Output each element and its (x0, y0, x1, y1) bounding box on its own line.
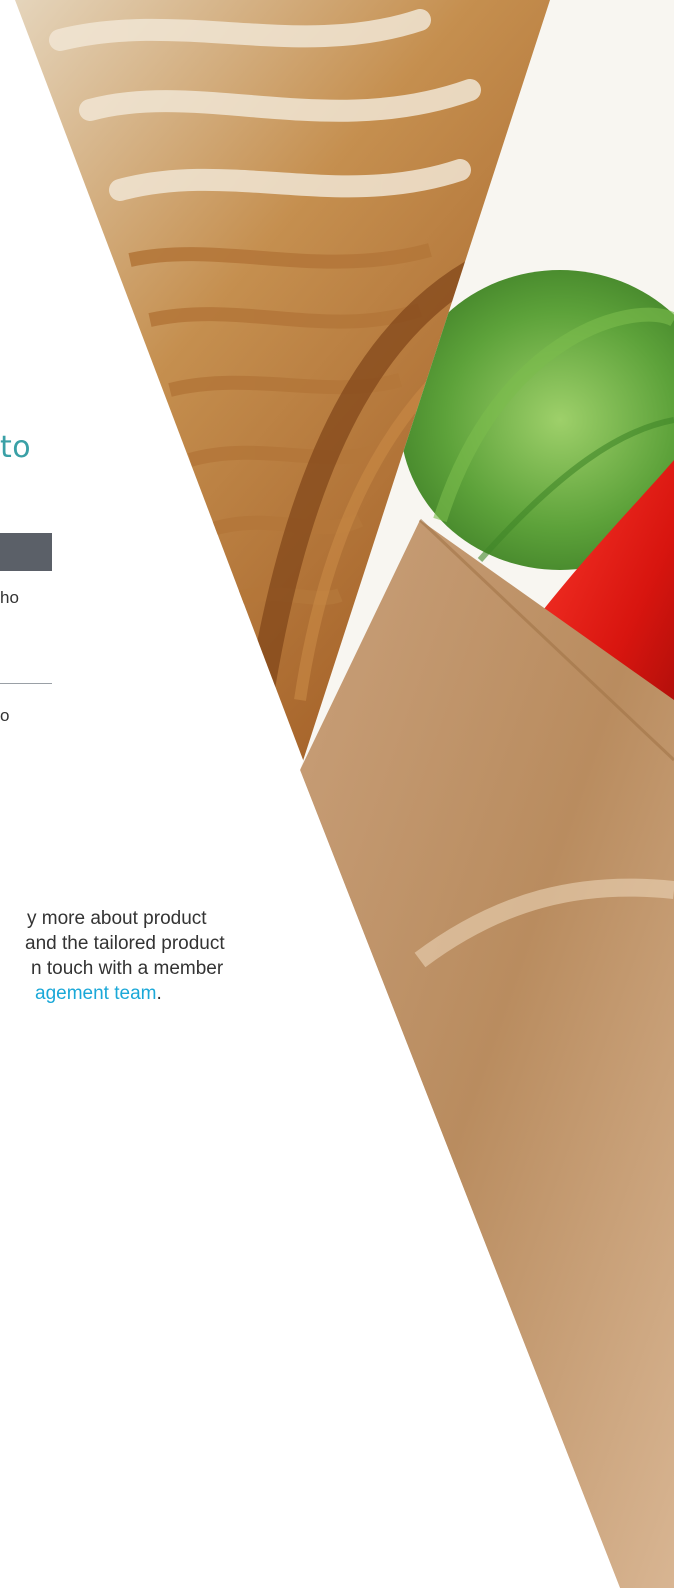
contact-text-fragment: ho (0, 588, 19, 607)
paragraph-line: n touch with a member (31, 958, 224, 979)
management-team-link[interactable]: agement team (35, 983, 156, 1004)
contact-text-fragment-2: o (0, 706, 10, 725)
paragraph-line-with-link: agement team. (0, 981, 240, 1006)
paragraph-line: and the tailored product (25, 933, 225, 954)
paragraph-line: y more about product (27, 908, 207, 929)
intro-paragraph: y more about product and the tailored pr… (0, 906, 240, 1006)
section-label-bar (0, 533, 52, 571)
photo-collage (15, 0, 674, 1588)
section-heading: to (0, 430, 32, 465)
divider (0, 683, 52, 684)
paragraph-period: . (156, 983, 162, 1004)
